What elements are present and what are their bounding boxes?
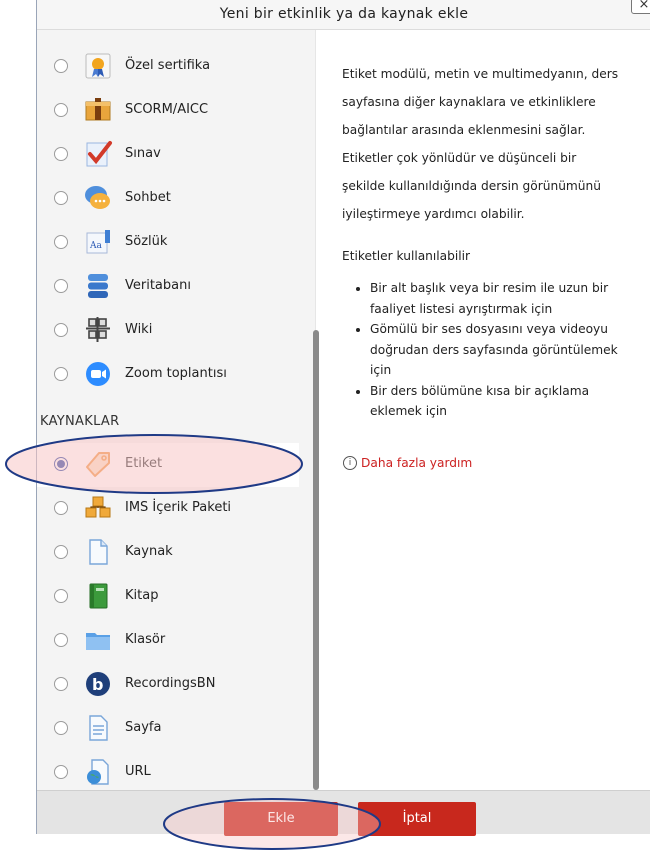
description-list: Bir alt başlık veya bir resim ile uzun b…: [342, 278, 622, 422]
module-option-sohbet[interactable]: Sohbet: [37, 177, 299, 221]
close-button[interactable]: ×: [631, 0, 650, 14]
description-list-item: Bir alt başlık veya bir resim ile uzun b…: [370, 278, 622, 319]
description-list-item: Bir ders bölümüne kısa bir açıklama ekle…: [370, 381, 622, 422]
more-help-label[interactable]: Daha fazla yardım: [361, 456, 472, 470]
module-option-etiket[interactable]: Etiket: [37, 443, 299, 487]
module-option-veritabani[interactable]: Veritabanı: [37, 265, 299, 309]
option-label: URL: [125, 764, 151, 779]
module-option-recordingsbn[interactable]: b RecordingsBN: [37, 663, 299, 707]
option-label: Klasör: [125, 632, 166, 647]
svg-text:b: b: [92, 675, 103, 694]
option-label: Kitap: [125, 588, 159, 603]
radio-button[interactable]: [54, 103, 68, 117]
option-label: Wiki: [125, 322, 153, 337]
resources-heading: KAYNAKLAR: [40, 414, 120, 429]
module-option-sinav[interactable]: Sınav: [37, 133, 299, 177]
database-icon: [88, 274, 108, 298]
radio-button[interactable]: [54, 367, 68, 381]
add-button[interactable]: Ekle: [224, 802, 338, 836]
option-label: Kaynak: [125, 544, 173, 559]
cancel-button[interactable]: İptal: [358, 802, 476, 836]
add-activity-dialog: Yeni bir etkinlik ya da kaynak ekle × Öz…: [36, 0, 650, 836]
option-label: Sınav: [125, 146, 161, 161]
radio-button[interactable]: [54, 677, 68, 691]
more-help-link[interactable]: i Daha fazla yardım: [343, 456, 472, 470]
option-label: Etiket: [125, 456, 163, 471]
radio-button[interactable]: [54, 589, 68, 603]
option-label: Veritabanı: [125, 278, 191, 293]
radio-button[interactable]: [54, 545, 68, 559]
module-option-sozluk[interactable]: Aa Sözlük: [37, 221, 299, 265]
dialog-header: Yeni bir etkinlik ya da kaynak ekle ×: [37, 0, 650, 30]
url-globe-icon: [87, 759, 109, 785]
ims-package-icon: [85, 496, 111, 518]
chat-bubbles-icon: [85, 186, 110, 209]
radio-button[interactable]: [54, 191, 68, 205]
quiz-checkmark-icon: [86, 141, 112, 167]
radio-button[interactable]: [54, 633, 68, 647]
module-option-wiki[interactable]: Wiki: [37, 309, 299, 353]
module-list[interactable]: Özel sertifika SCORM/AICC Sınav Sohbet A…: [37, 30, 316, 790]
radio-button[interactable]: [54, 147, 68, 161]
description-subheading: Etiketler kullanılabilir: [342, 249, 471, 263]
list-scrollbar[interactable]: [313, 330, 319, 790]
radio-button[interactable]: [54, 765, 68, 779]
zoom-camera-icon: [86, 362, 110, 386]
book-icon: [89, 583, 108, 609]
radio-button[interactable]: [54, 279, 68, 293]
radio-button[interactable]: [54, 59, 68, 73]
module-option-sayfa[interactable]: Sayfa: [37, 707, 299, 751]
module-description: Etiket modülü, metin ve multimedyanın, d…: [342, 60, 622, 422]
module-option-kaynak[interactable]: Kaynak: [37, 531, 299, 575]
radio-button-checked[interactable]: [54, 457, 68, 471]
option-label: Zoom toplantısı: [125, 366, 227, 381]
folder-icon: [86, 633, 110, 650]
radio-button[interactable]: [54, 323, 68, 337]
page-icon: [89, 715, 108, 741]
file-icon: [89, 539, 108, 565]
radio-button[interactable]: [54, 721, 68, 735]
module-option-zoom[interactable]: Zoom toplantısı: [37, 353, 299, 397]
glossary-icon: Aa: [86, 230, 110, 254]
bigbluebutton-icon: b: [86, 672, 110, 696]
label-tag-icon: [86, 452, 110, 477]
option-label: Özel sertifika: [125, 58, 211, 73]
option-label: IMS İçerik Paketi: [125, 500, 232, 515]
module-option-ims[interactable]: IMS İçerik Paketi: [37, 487, 299, 531]
svg-text:Aa: Aa: [89, 241, 102, 251]
description-list-item: Gömülü bir ses dosyasını veya videoyu do…: [370, 319, 622, 381]
module-option-scorm[interactable]: SCORM/AICC: [37, 89, 299, 133]
wiki-icon: [86, 317, 110, 342]
dialog-title: Yeni bir etkinlik ya da kaynak ekle: [219, 6, 469, 22]
info-icon: i: [343, 456, 357, 470]
option-label: Sözlük: [125, 234, 168, 249]
description-paragraph: Etiket modülü, metin ve multimedyanın, d…: [342, 67, 619, 221]
option-label: Sayfa: [125, 720, 162, 735]
option-label: SCORM/AICC: [125, 102, 209, 117]
module-option-kitap[interactable]: Kitap: [37, 575, 299, 619]
scorm-package-icon: [85, 98, 111, 121]
partial-item-icon: [87, 30, 111, 36]
module-option-ozel-sertifika[interactable]: Özel sertifika: [37, 45, 299, 89]
radio-button[interactable]: [54, 235, 68, 249]
certificate-icon: [85, 53, 111, 79]
option-label: Sohbet: [125, 190, 171, 205]
module-option-url[interactable]: URL: [37, 751, 299, 790]
module-option-klasor[interactable]: Klasör: [37, 619, 299, 663]
radio-button[interactable]: [54, 501, 68, 515]
option-label: RecordingsBN: [125, 676, 216, 691]
dialog-footer: Ekle İptal: [37, 790, 650, 836]
